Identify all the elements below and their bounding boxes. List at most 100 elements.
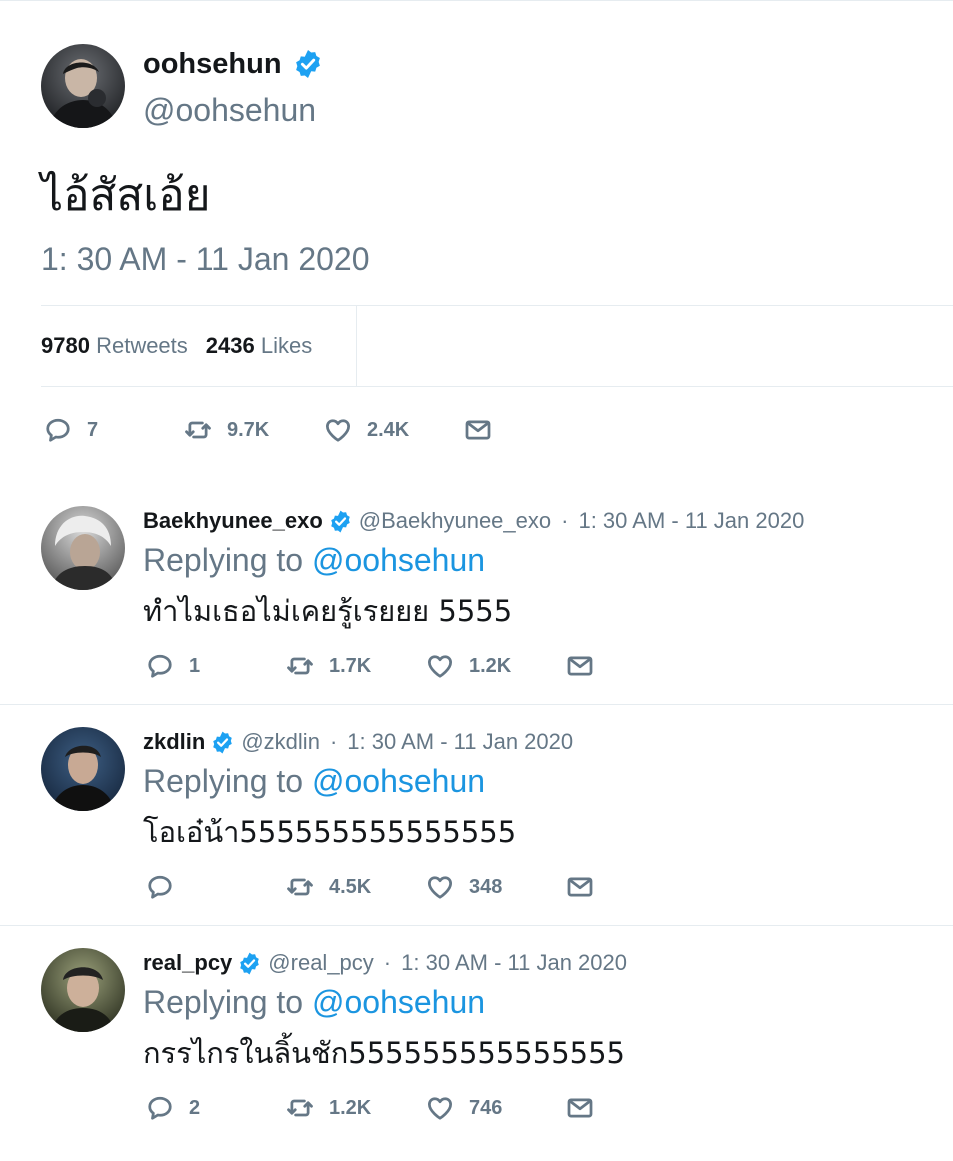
retweet-icon — [285, 872, 315, 902]
reply-author-handle[interactable]: @zkdlin — [241, 729, 320, 755]
reply-actions: 4.5K 348 — [145, 870, 625, 904]
like-button[interactable]: 2.4K — [323, 413, 409, 447]
reply-author-name[interactable]: real_pcy — [143, 950, 232, 976]
reply-timestamp[interactable]: 1: 30 AM - 11 Jan 2020 — [578, 508, 804, 534]
replying-to: Replying to @oohsehun — [143, 542, 485, 579]
reply-button[interactable]: 7 — [43, 413, 98, 447]
reply-author-handle[interactable]: @Baekhyunee_exo — [359, 508, 551, 534]
reply-icon — [145, 1093, 175, 1123]
replying-to-label: Replying to — [143, 542, 304, 578]
like-count: 1.2K — [469, 654, 512, 677]
envelope-icon — [565, 872, 595, 902]
tweet-timestamp[interactable]: 1: 30 AM - 11 Jan 2020 — [41, 241, 370, 278]
verified-badge-icon — [328, 509, 353, 534]
reply-tweet[interactable]: zkdlin @zkdlin · 1: 30 AM - 11 Jan 2020 … — [0, 717, 953, 938]
stats-divider-top — [41, 305, 953, 306]
reply-actions: 1 1.7K 1.2K — [145, 649, 625, 683]
tweet-actions: 7 9.7K 2.4K — [43, 413, 523, 447]
likes-stat[interactable]: 2436 Likes — [206, 333, 312, 359]
reply-button[interactable]: 2 — [145, 1091, 200, 1125]
separator-dot: · — [329, 729, 338, 754]
verified-badge-icon — [292, 48, 324, 80]
retweet-icon — [183, 415, 213, 445]
avatar[interactable] — [41, 506, 125, 590]
retweets-stat[interactable]: 9780 Retweets — [41, 333, 188, 359]
replying-to: Replying to @oohsehun — [143, 763, 485, 800]
reply-tweet[interactable]: Baekhyunee_exo @Baekhyunee_exo · 1: 30 A… — [0, 496, 953, 717]
replying-to-mention[interactable]: @oohsehun — [312, 763, 485, 799]
reply-text: กรรไกรในลิ้นชัก555555555555555 — [143, 1036, 626, 1070]
reply-button[interactable]: 1 — [145, 649, 200, 683]
reply-actions: 2 1.2K 746 — [145, 1091, 625, 1125]
reply-timestamp[interactable]: 1: 30 AM - 11 Jan 2020 — [347, 729, 573, 755]
avatar[interactable] — [41, 44, 125, 128]
avatar-image — [41, 44, 125, 128]
reply-tweet[interactable]: real_pcy @real_pcy · 1: 30 AM - 11 Jan 2… — [0, 938, 953, 1159]
reply-icon — [145, 872, 175, 902]
retweet-count: 1.7K — [329, 654, 372, 677]
author-name[interactable]: oohsehun — [143, 48, 282, 81]
retweet-button[interactable]: 1.2K — [285, 1091, 371, 1125]
direct-message-button[interactable] — [565, 649, 595, 683]
retweet-count: 9.7K — [227, 418, 270, 441]
reply-count: 1 — [189, 654, 201, 677]
direct-message-button[interactable] — [463, 413, 493, 447]
retweets-label: Retweets — [96, 333, 188, 358]
author-handle[interactable]: @oohsehun — [143, 92, 316, 129]
retweet-button[interactable]: 1.7K — [285, 649, 371, 683]
like-count: 746 — [469, 1096, 503, 1119]
reply-author-name[interactable]: Baekhyunee_exo — [143, 508, 323, 534]
reply-author-handle[interactable]: @real_pcy — [268, 950, 374, 976]
reply-icon — [145, 651, 175, 681]
retweet-count: 4.5K — [329, 875, 372, 898]
reply-divider — [0, 925, 953, 926]
avatar-image — [41, 727, 125, 811]
author-row: oohsehun — [143, 44, 324, 84]
avatar[interactable] — [41, 948, 125, 1032]
reply-text: โอเอ๋น้า555555555555555 — [143, 815, 517, 849]
reply-header: Baekhyunee_exo @Baekhyunee_exo · 1: 30 A… — [143, 506, 804, 536]
reply-timestamp[interactable]: 1: 30 AM - 11 Jan 2020 — [401, 950, 627, 976]
like-button[interactable]: 746 — [425, 1091, 502, 1125]
likes-label: Likes — [260, 333, 313, 358]
retweets-count: 9780 — [41, 333, 90, 358]
replying-to-mention[interactable]: @oohsehun — [312, 542, 485, 578]
verified-badge-icon — [237, 951, 262, 976]
envelope-icon — [565, 1093, 595, 1123]
avatar-image — [41, 948, 125, 1032]
direct-message-button[interactable] — [565, 870, 595, 904]
reply-count: 2 — [189, 1096, 201, 1119]
stats-divider-bottom — [41, 386, 953, 387]
reply-button[interactable] — [145, 870, 189, 904]
reply-author-name[interactable]: zkdlin — [143, 729, 205, 755]
tweet-text: ไอ้สัสเอ้ย — [41, 170, 211, 221]
reply-header: zkdlin @zkdlin · 1: 30 AM - 11 Jan 2020 — [143, 727, 573, 757]
top-divider — [0, 0, 953, 1]
retweet-button[interactable]: 9.7K — [183, 413, 269, 447]
likes-count: 2436 — [205, 333, 255, 358]
retweet-icon — [285, 651, 315, 681]
tweet-stats: 9780 Retweets 2436 Likes — [41, 333, 312, 359]
replying-to-label: Replying to — [143, 763, 304, 799]
heart-icon — [323, 415, 353, 445]
like-count: 2.4K — [367, 418, 410, 441]
reply-divider — [0, 704, 953, 705]
avatar[interactable] — [41, 727, 125, 811]
replying-to-mention[interactable]: @oohsehun — [312, 984, 485, 1020]
like-count: 348 — [469, 875, 503, 898]
reply-icon — [43, 415, 73, 445]
replying-to: Replying to @oohsehun — [143, 984, 485, 1021]
avatar-image — [41, 506, 125, 590]
envelope-icon — [565, 651, 595, 681]
verified-badge-icon — [210, 730, 235, 755]
reply-text: ทำไมเธอไม่เคยรู้เรยยย 5555 — [143, 594, 513, 628]
reply-count: 7 — [87, 418, 99, 441]
retweet-count: 1.2K — [329, 1096, 372, 1119]
like-button[interactable]: 1.2K — [425, 649, 511, 683]
separator-dot: · — [383, 950, 392, 975]
stats-divider-vertical — [356, 305, 357, 387]
like-button[interactable]: 348 — [425, 870, 502, 904]
direct-message-button[interactable] — [565, 1091, 595, 1125]
retweet-button[interactable]: 4.5K — [285, 870, 371, 904]
heart-icon — [425, 872, 455, 902]
